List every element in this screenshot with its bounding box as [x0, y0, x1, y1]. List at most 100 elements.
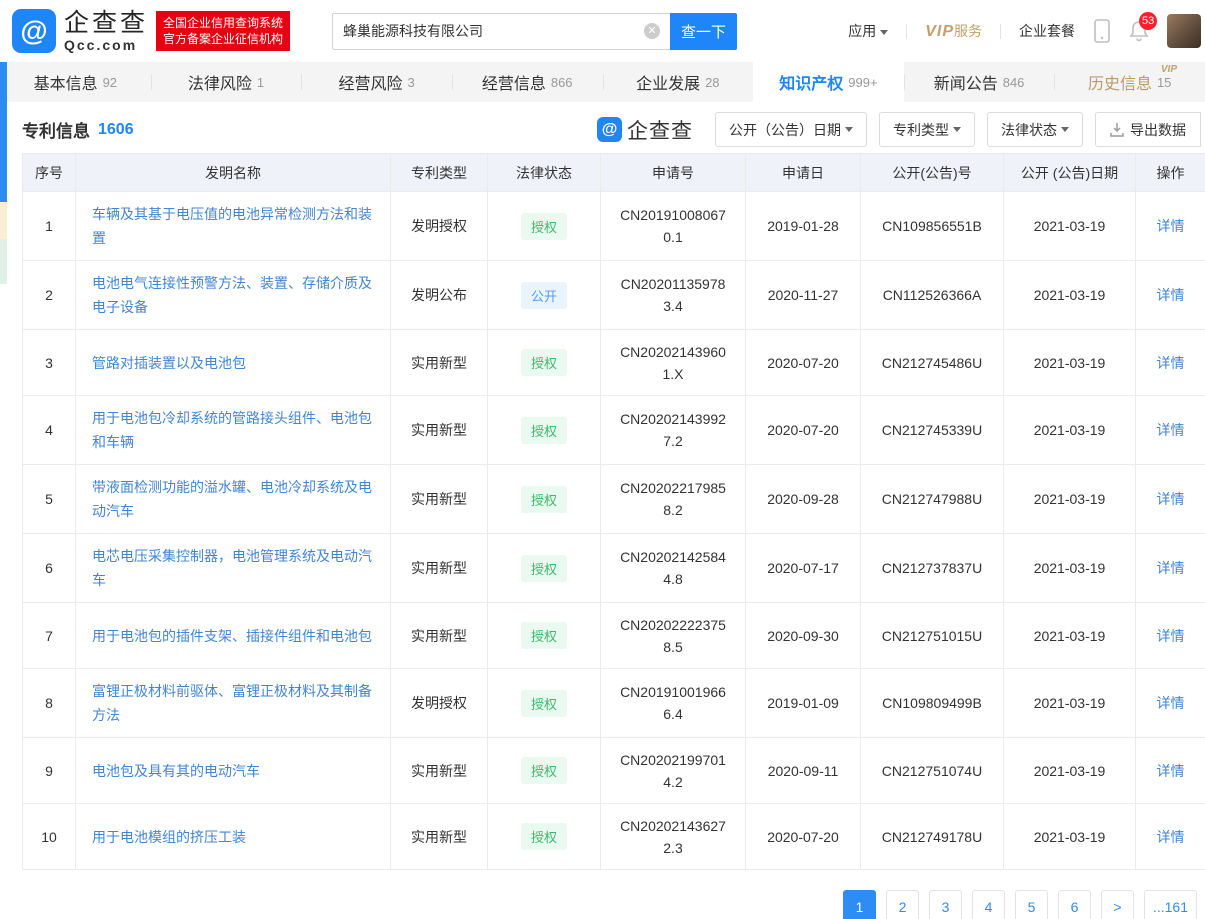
- menu-apps-label: 应用: [848, 23, 876, 39]
- cell-legal-status: 授权: [488, 330, 601, 396]
- menu-vip-service[interactable]: VIP服务: [925, 21, 982, 41]
- vip-tag: VIP: [1161, 64, 1177, 75]
- tab-5[interactable]: 企业发展28: [603, 62, 754, 102]
- cell-application-date: 2020-07-20: [746, 804, 861, 870]
- gov-badge-line1: 全国企业信用查询系统: [163, 15, 283, 31]
- qcc-brand[interactable]: 企查查 Qcc.com: [64, 11, 148, 52]
- notifications-bell-icon[interactable]: 53: [1129, 20, 1149, 42]
- column-header: 公开(公告)号: [861, 154, 1004, 192]
- vip-suffix: 服务: [954, 23, 982, 39]
- filter-publication-date[interactable]: 公开（公告）日期: [715, 112, 867, 147]
- pagination: 123456 > ...161: [0, 870, 1205, 919]
- table-row: 1车辆及其基于电压值的电池异常检测方法和装置发明授权授权CN2019100806…: [23, 192, 1205, 261]
- chevron-down-icon: [845, 127, 853, 132]
- cell-application-date: 2020-09-30: [746, 603, 861, 669]
- patent-name-link[interactable]: 电池包及具有其的电动汽车: [92, 763, 260, 779]
- page-button-5[interactable]: 5: [1015, 890, 1048, 919]
- tab-1[interactable]: 基本信息 92: [0, 62, 151, 102]
- detail-link[interactable]: 详情: [1157, 628, 1185, 644]
- status-badge: 授权: [521, 349, 567, 376]
- cell-legal-status: 授权: [488, 669, 601, 738]
- search-bar: ✕ 查一下: [332, 13, 737, 50]
- cell-index: 4: [23, 396, 76, 465]
- tab-4[interactable]: 经营信息866: [452, 62, 603, 102]
- cell-publication-number: CN212745486U: [861, 330, 1004, 396]
- detail-link[interactable]: 详情: [1157, 829, 1185, 845]
- cell-patent-name: 用于电池包冷却系统的管路接头组件、电池包和车辆: [76, 396, 391, 465]
- cell-patent-type: 实用新型: [391, 396, 488, 465]
- tab-2[interactable]: 法律风险1: [151, 62, 302, 102]
- cell-index: 7: [23, 603, 76, 669]
- page-button-2[interactable]: 2: [886, 890, 919, 919]
- cell-legal-status: 公开: [488, 261, 601, 330]
- patent-name-link[interactable]: 管路对插装置以及电池包: [92, 355, 246, 371]
- page-button-4[interactable]: 4: [972, 890, 1005, 919]
- detail-link[interactable]: 详情: [1157, 763, 1185, 779]
- status-badge: 授权: [521, 486, 567, 513]
- export-data-button[interactable]: 导出数据: [1095, 112, 1201, 147]
- tab-7[interactable]: 新闻公告846: [904, 62, 1055, 102]
- detail-link[interactable]: 详情: [1157, 491, 1185, 507]
- page-button-3[interactable]: 3: [929, 890, 962, 919]
- detail-link[interactable]: 详情: [1157, 695, 1185, 711]
- patent-name-link[interactable]: 富锂正极材料前驱体、富锂正极材料及其制备方法: [92, 683, 372, 723]
- menu-apps[interactable]: 应用: [848, 21, 888, 41]
- cell-application-number: CN202011359783.4: [601, 261, 746, 330]
- tab-label: 基本信息: [34, 70, 98, 94]
- patent-name-link[interactable]: 带液面检测功能的溢水罐、电池冷却系统及电动汽车: [92, 479, 372, 519]
- user-avatar[interactable]: [1167, 14, 1201, 48]
- filter-legal-status-label: 法律状态: [1001, 120, 1057, 140]
- patent-name-link[interactable]: 电芯电压采集控制器，电池管理系统及电动汽车: [92, 548, 372, 588]
- patent-name-link[interactable]: 用于电池模组的挤压工装: [92, 829, 246, 845]
- cell-action: 详情: [1136, 396, 1205, 465]
- tab-6[interactable]: 知识产权999+: [753, 62, 904, 102]
- cell-legal-status: 授权: [488, 534, 601, 603]
- table-row: 10用于电池模组的挤压工装实用新型授权CN202021436272.32020-…: [23, 804, 1205, 870]
- tab-count: 28: [705, 75, 719, 90]
- cell-application-number: CN202021425844.8: [601, 534, 746, 603]
- cell-patent-name: 电池电气连接性预警方法、装置、存储介质及电子设备: [76, 261, 391, 330]
- cell-legal-status: 授权: [488, 465, 601, 534]
- qcc-logo-icon[interactable]: @: [12, 9, 56, 53]
- tab-3[interactable]: 经营风险3: [301, 62, 452, 102]
- patent-name-link[interactable]: 用于电池包冷却系统的管路接头组件、电池包和车辆: [92, 410, 372, 450]
- cell-patent-type: 实用新型: [391, 603, 488, 669]
- section-title: 专利信息: [22, 117, 90, 142]
- page-button-1[interactable]: 1: [843, 890, 876, 919]
- cell-publication-number: CN212749178U: [861, 804, 1004, 870]
- tab-count: 999+: [848, 75, 877, 90]
- menu-enterprise-package[interactable]: 企业套餐: [1019, 21, 1075, 41]
- cell-index: 5: [23, 465, 76, 534]
- mobile-app-icon[interactable]: [1093, 19, 1111, 43]
- filter-patent-type[interactable]: 专利类型: [879, 112, 975, 147]
- filter-legal-status[interactable]: 法律状态: [987, 112, 1083, 147]
- patent-name-link[interactable]: 用于电池包的插件支架、插接件组件和电池包: [92, 628, 372, 644]
- cell-action: 详情: [1136, 330, 1205, 396]
- detail-link[interactable]: 详情: [1157, 560, 1185, 576]
- detail-link[interactable]: 详情: [1157, 287, 1185, 303]
- patent-name-link[interactable]: 车辆及其基于电压值的电池异常检测方法和装置: [92, 206, 372, 246]
- last-page-button[interactable]: ...161: [1144, 890, 1197, 919]
- tab-count: 92: [103, 75, 117, 90]
- detail-link[interactable]: 详情: [1157, 355, 1185, 371]
- clear-search-icon[interactable]: ✕: [644, 23, 660, 39]
- cell-patent-name: 用于电池包的插件支架、插接件组件和电池包: [76, 603, 391, 669]
- cell-publication-date: 2021-03-19: [1004, 396, 1136, 465]
- tab-count: 866: [551, 75, 573, 90]
- table-row: 6电芯电压采集控制器，电池管理系统及电动汽车实用新型授权CN2020214258…: [23, 534, 1205, 603]
- search-button[interactable]: 查一下: [670, 13, 737, 50]
- cell-patent-name: 电池包及具有其的电动汽车: [76, 738, 391, 804]
- patent-name-link[interactable]: 电池电气连接性预警方法、装置、存储介质及电子设备: [92, 275, 372, 315]
- search-input[interactable]: [343, 23, 644, 39]
- table-row: 5带液面检测功能的溢水罐、电池冷却系统及电动汽车实用新型授权CN20202217…: [23, 465, 1205, 534]
- tab-8[interactable]: VIP历史信息15: [1054, 62, 1205, 102]
- cell-patent-name: 车辆及其基于电压值的电池异常检测方法和装置: [76, 192, 391, 261]
- next-page-button[interactable]: >: [1101, 890, 1134, 919]
- cell-patent-type: 实用新型: [391, 534, 488, 603]
- page-button-6[interactable]: 6: [1058, 890, 1091, 919]
- detail-link[interactable]: 详情: [1157, 218, 1185, 234]
- detail-link[interactable]: 详情: [1157, 422, 1185, 438]
- column-header: 申请日: [746, 154, 861, 192]
- cell-legal-status: 授权: [488, 603, 601, 669]
- status-badge: 授权: [521, 823, 567, 850]
